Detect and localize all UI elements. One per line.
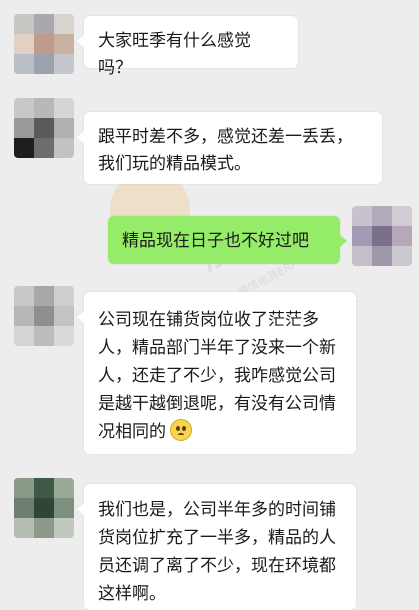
avatar[interactable] — [14, 478, 74, 538]
message-bubble[interactable]: 我们也是，公司半年多的时间铺货岗位扩充了一半多，精品的人员还调了离了不少，现在环… — [77, 484, 356, 610]
message-text: 精品现在日子也不好过吧 — [122, 231, 309, 251]
message-row: 跟平时差不多，感觉还差一丢丢，我们玩的精品模式。 — [0, 98, 419, 188]
message-row: 精品现在日子也不好过吧 — [0, 206, 419, 270]
message-text: 我们也是，公司半年多的时间铺货岗位扩充了一半多，精品的人员还调了离了不少，现在环… — [98, 500, 336, 604]
message-text: 大家旺季有什么感觉吗？ — [98, 31, 251, 78]
message-bubble[interactable]: 精品现在日子也不好过吧 — [108, 216, 347, 264]
message-row: 大家旺季有什么感觉吗？ — [0, 14, 419, 84]
message-bubble[interactable]: 大家旺季有什么感觉吗？ — [77, 16, 298, 78]
flushed-face-emoji-icon — [170, 419, 192, 441]
avatar[interactable] — [14, 286, 74, 346]
message-bubble[interactable]: 公司现在铺货岗位收了茫茫多人，精品部门半年了没来一个新人，还走了不少，我咋感觉公… — [77, 292, 356, 454]
avatar[interactable] — [352, 206, 412, 266]
message-bubble[interactable]: 跟平时差不多，感觉还差一丢丢，我们玩的精品模式。 — [77, 112, 382, 184]
avatar[interactable] — [14, 14, 74, 74]
message-text: 公司现在铺货岗位收了茫茫多人，精品部门半年了没来一个新人，还走了不少，我咋感觉公… — [98, 310, 336, 442]
message-text: 跟平时差不多，感觉还差一丢丢，我们玩的精品模式。 — [98, 127, 353, 174]
message-row: 我们也是，公司半年多的时间铺货岗位扩充了一半多，精品的人员还调了离了不少，现在环… — [0, 478, 419, 610]
message-row: 公司现在铺货岗位收了茫茫多人，精品部门半年了没来一个新人，还走了不少，我咋感觉公… — [0, 286, 419, 461]
chat-thread: 胜 跨境电商ERP 32天退款 大家旺季有什么感觉吗？ 跟平时差不多，感觉还差一… — [0, 0, 419, 610]
avatar[interactable] — [14, 98, 74, 158]
